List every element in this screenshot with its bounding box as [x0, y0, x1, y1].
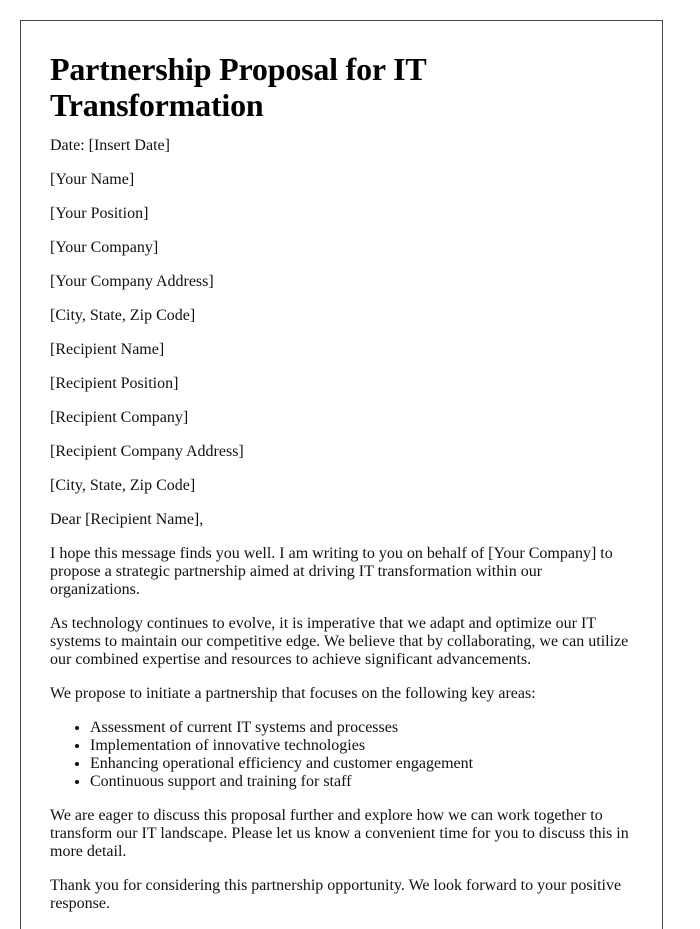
list-item: Assessment of current IT systems and pro…: [90, 719, 633, 737]
intro-paragraph: I hope this message finds you well. I am…: [50, 545, 613, 598]
sender-address: [Your Company Address]: [50, 273, 214, 290]
letter-container: Partnership Proposal for IT Transformati…: [20, 20, 663, 929]
thank-you-paragraph: Thank you for considering this partnersh…: [50, 877, 622, 912]
key-areas-list: Assessment of current IT systems and pro…: [50, 719, 633, 791]
list-item: Enhancing operational efficiency and cus…: [90, 755, 633, 773]
recipient-company: [Recipient Company]: [50, 409, 189, 426]
sender-position: [Your Position]: [50, 205, 149, 222]
context-paragraph: As technology continues to evolve, it is…: [50, 615, 629, 668]
recipient-position: [Recipient Position]: [50, 375, 179, 392]
sender-name: [Your Name]: [50, 171, 135, 188]
recipient-name: [Recipient Name]: [50, 341, 165, 358]
date-line: Date: [Insert Date]: [50, 137, 170, 154]
letter-title: Partnership Proposal for IT Transformati…: [50, 51, 426, 123]
recipient-city-state-zip: [City, State, Zip Code]: [50, 477, 196, 494]
list-item: Continuous support and training for staf…: [90, 773, 633, 791]
salutation: Dear [Recipient Name],: [50, 511, 204, 528]
sender-city-state-zip: [City, State, Zip Code]: [50, 307, 196, 324]
recipient-address: [Recipient Company Address]: [50, 443, 244, 460]
discussion-paragraph: We are eager to discuss this proposal fu…: [50, 807, 629, 860]
sender-company: [Your Company]: [50, 239, 159, 256]
proposal-paragraph: We propose to initiate a partnership tha…: [50, 685, 536, 702]
list-item: Implementation of innovative technologie…: [90, 737, 633, 755]
